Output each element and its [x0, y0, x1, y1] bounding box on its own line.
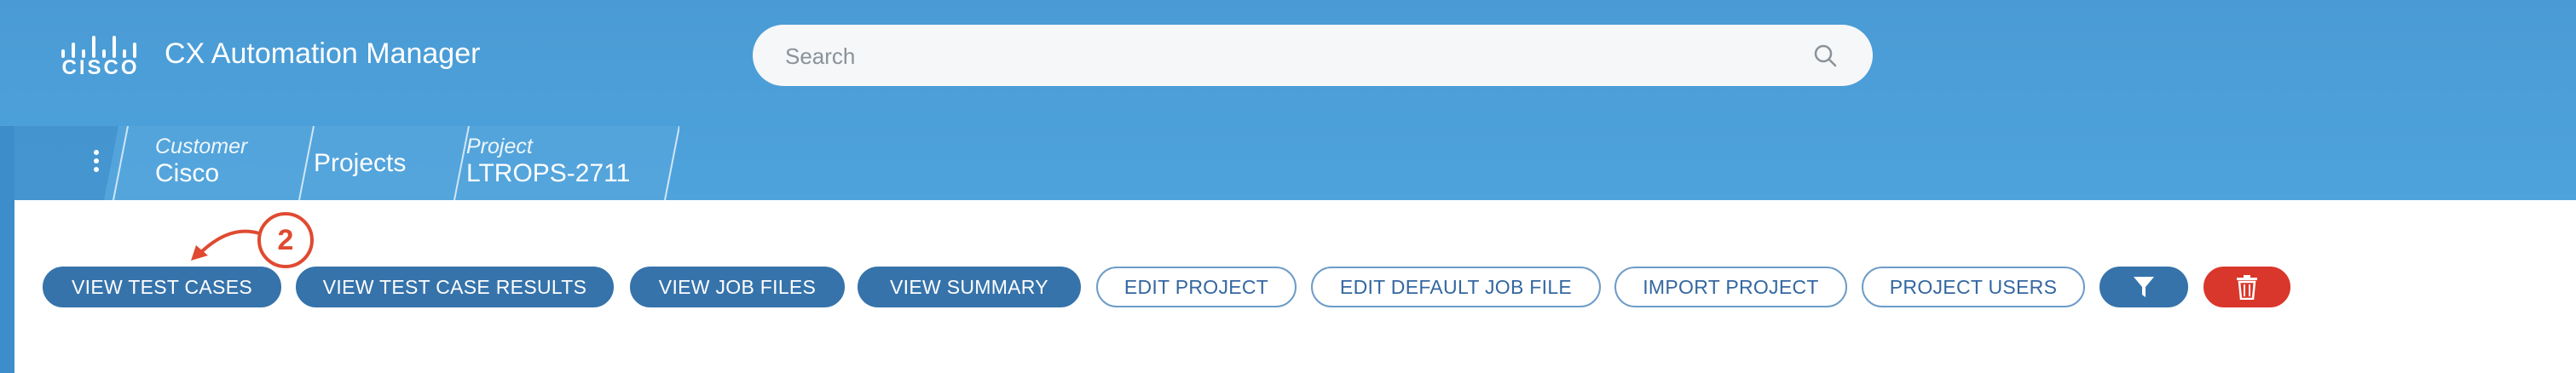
- breadcrumb: Customer Cisco Projects Project LTROPS-2…: [14, 126, 679, 200]
- app-title: CX Automation Manager: [165, 37, 481, 70]
- annotation-arrow-icon: [191, 229, 260, 261]
- cisco-logo-text: CISCO: [61, 56, 140, 79]
- breadcrumb-project[interactable]: Project LTROPS-2711: [466, 135, 630, 189]
- breadcrumb-project-value: LTROPS-2711: [466, 159, 631, 187]
- search-icon[interactable]: [1813, 43, 1837, 67]
- view-test-case-results-button[interactable]: VIEW TEST CASE RESULTS: [296, 267, 614, 307]
- breadcrumb-customer-label: Customer: [155, 135, 248, 158]
- view-job-files-button[interactable]: VIEW JOB FILES: [630, 267, 845, 307]
- edit-default-job-file-button[interactable]: EDIT DEFAULT JOB FILE: [1311, 267, 1601, 307]
- view-test-cases-button[interactable]: VIEW TEST CASES: [43, 267, 281, 307]
- annotation-step-badge: 2: [257, 212, 314, 268]
- breadcrumb-customer-value: Cisco: [155, 159, 220, 187]
- import-project-button[interactable]: IMPORT PROJECT: [1614, 267, 1847, 307]
- view-summary-button[interactable]: VIEW SUMMARY: [858, 267, 1081, 307]
- kebab-vertical-icon[interactable]: [79, 146, 113, 181]
- delete-project-button[interactable]: [2203, 267, 2290, 307]
- search-input[interactable]: [783, 25, 1793, 88]
- breadcrumb-projects[interactable]: Projects: [314, 148, 406, 179]
- breadcrumb-projects-value: Projects: [314, 149, 407, 177]
- breadcrumb-customer[interactable]: Customer Cisco: [155, 135, 247, 189]
- search-bar[interactable]: [753, 25, 1873, 88]
- breadcrumb-project-label: Project: [466, 135, 533, 158]
- left-accent-bar: [0, 126, 14, 373]
- filter-button[interactable]: [2099, 267, 2188, 307]
- trash-icon: [2237, 275, 2257, 300]
- edit-project-button[interactable]: EDIT PROJECT: [1096, 267, 1297, 307]
- project-users-button[interactable]: PROJECT USERS: [1862, 267, 2085, 307]
- filter-icon: [2134, 277, 2154, 297]
